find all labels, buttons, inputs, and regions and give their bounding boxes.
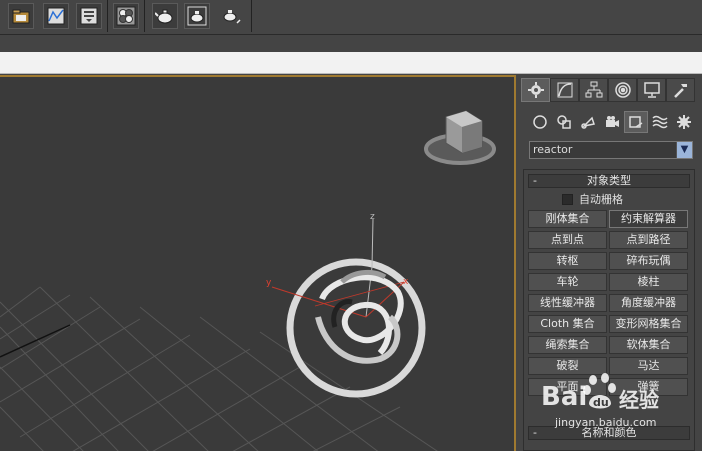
utilities-tab-icon[interactable] xyxy=(666,78,695,102)
object-type-button[interactable]: Cloth 集合 xyxy=(528,315,607,333)
shapes-icon[interactable] xyxy=(552,111,576,133)
category-value: reactor xyxy=(533,143,573,156)
render-setup-icon[interactable] xyxy=(76,3,102,29)
collapse-icon: - xyxy=(533,174,537,187)
grid-axis-line xyxy=(0,324,71,358)
space-warps-icon[interactable] xyxy=(648,111,672,133)
perspective-viewport[interactable]: y x z xyxy=(0,75,516,451)
teapot-frame-icon[interactable] xyxy=(184,3,210,29)
object-type-button[interactable]: 点到路径 xyxy=(609,231,688,249)
object-type-button[interactable]: 软体集合 xyxy=(609,336,688,354)
auto-grid-check[interactable] xyxy=(562,193,573,205)
category-dropdown[interactable]: reactor ▼ xyxy=(529,141,693,159)
object-type-button[interactable]: 刚体集合 xyxy=(528,210,607,228)
viewport-scene: y x z xyxy=(0,110,496,451)
chevron-down-icon[interactable]: ▼ xyxy=(676,142,692,158)
teapot-render-icon[interactable] xyxy=(152,3,178,29)
view-cube-icon[interactable] xyxy=(424,110,496,165)
object-type-button[interactable]: 棱柱 xyxy=(609,273,688,291)
object-type-button[interactable]: 破裂 xyxy=(528,357,607,375)
home-grid xyxy=(0,286,438,451)
material-editor-icon[interactable] xyxy=(113,3,139,29)
display-tab-icon[interactable] xyxy=(637,78,666,102)
helpers-icon[interactable] xyxy=(624,111,648,133)
toolbar-group-2 xyxy=(109,0,145,32)
teapot-quick-icon[interactable] xyxy=(218,3,244,29)
geometry-icon[interactable] xyxy=(528,111,552,133)
curve-editor-icon[interactable] xyxy=(43,3,69,29)
name-color-header[interactable]: - 名称和颜色 xyxy=(528,426,690,440)
object-type-rollout: - 对象类型 自动栅格 刚体集合 约束解算器 点到点 点到路径 转枢 碎布玩偶 车轮 棱柱 线性… xyxy=(523,169,695,451)
ribbon-bar xyxy=(0,52,702,74)
object-type-button[interactable]: 车轮 xyxy=(528,273,607,291)
object-type-button[interactable]: 绳索集合 xyxy=(528,336,607,354)
axis-y-label: y xyxy=(266,278,272,288)
toolbar-group-1 xyxy=(0,0,108,32)
modify-tab-icon[interactable] xyxy=(550,78,579,102)
auto-grid-label: 自动栅格 xyxy=(579,193,623,206)
create-tab-icon[interactable] xyxy=(521,78,550,102)
object-type-button[interactable]: 线性缓冲器 xyxy=(528,294,607,312)
lights-icon[interactable] xyxy=(576,111,600,133)
axis-z-label: z xyxy=(370,212,375,222)
auto-grid-checkbox[interactable]: 自动栅格 xyxy=(562,192,623,206)
object-type-button[interactable]: 约束解算器 xyxy=(609,210,688,228)
object-type-header[interactable]: - 对象类型 xyxy=(528,174,690,188)
main-toolbar xyxy=(0,0,702,34)
axis-x-label: x xyxy=(403,277,409,287)
command-panel: reactor ▼ - 对象类型 自动栅格 刚体集合 约束解算器 点到点 点到路径 转枢… xyxy=(518,75,702,451)
object-type-button[interactable]: 角度缓冲器 xyxy=(609,294,688,312)
constraint-solver-helper[interactable] xyxy=(271,218,426,398)
ribbon-strip xyxy=(0,34,702,52)
object-type-button[interactable]: 弹簧 xyxy=(609,378,688,396)
hierarchy-tab-icon[interactable] xyxy=(579,78,608,102)
object-type-button[interactable]: 点到点 xyxy=(528,231,607,249)
object-type-button[interactable]: 平面 xyxy=(528,378,607,396)
cameras-icon[interactable] xyxy=(600,111,624,133)
create-subtabs xyxy=(528,111,702,133)
object-type-button[interactable]: 变形网格集合 xyxy=(609,315,688,333)
motion-tab-icon[interactable] xyxy=(608,78,637,102)
collapse-icon: - xyxy=(533,426,537,439)
open-icon[interactable] xyxy=(8,3,34,29)
command-panel-tabs xyxy=(521,78,702,102)
object-type-button[interactable]: 马达 xyxy=(609,357,688,375)
toolbar-group-3 xyxy=(146,0,252,32)
object-type-button[interactable]: 转枢 xyxy=(528,252,607,270)
object-type-button[interactable]: 碎布玩偶 xyxy=(609,252,688,270)
systems-icon[interactable] xyxy=(672,111,696,133)
